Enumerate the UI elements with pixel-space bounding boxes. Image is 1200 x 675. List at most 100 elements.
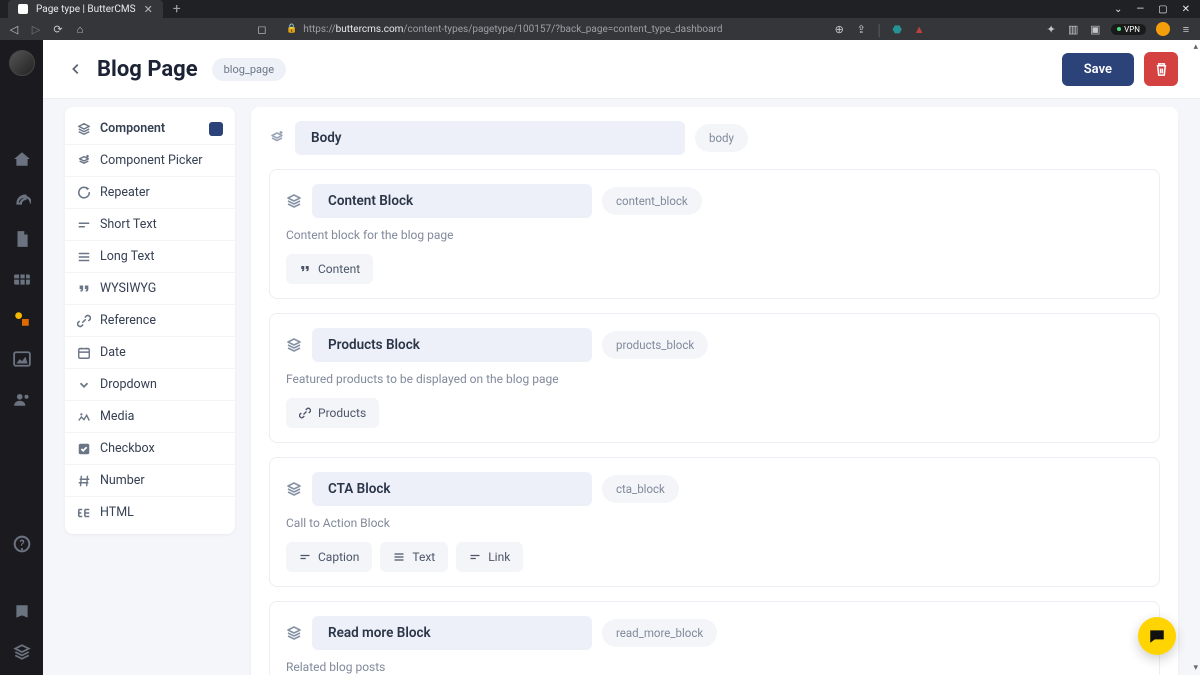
- palette-item-date[interactable]: Date: [65, 337, 235, 369]
- palette-item-checkbox[interactable]: Checkbox: [65, 433, 235, 465]
- nav-rail: [0, 40, 43, 675]
- slug-pill: blog_page: [212, 58, 286, 81]
- page-header: Blog Page blog_page Save: [43, 40, 1200, 99]
- new-tab-button[interactable]: +: [163, 1, 191, 17]
- extensions-icon[interactable]: ✦: [1045, 23, 1057, 35]
- rail-stack[interactable]: [13, 643, 31, 661]
- palette-item-dropdown[interactable]: Dropdown: [65, 369, 235, 401]
- close-tab-icon[interactable]: ✕: [144, 3, 153, 16]
- palette-item-component[interactable]: Component: [65, 113, 235, 145]
- palette-item-media[interactable]: Media: [65, 401, 235, 433]
- favicon: [18, 4, 28, 14]
- palette-item-wysiwyg[interactable]: WYSIWYG: [65, 273, 235, 305]
- vpn-badge[interactable]: VPN: [1111, 24, 1146, 35]
- section-api-key: body: [695, 124, 748, 152]
- palette-label: Component Picker: [100, 153, 203, 168]
- block-api-key: content_block: [602, 187, 702, 215]
- palette-label: Dropdown: [100, 377, 157, 392]
- rail-blog[interactable]: [13, 190, 31, 208]
- block-api-key: cta_block: [602, 475, 679, 503]
- builder-canvas: Body body Content Block content_block Co…: [235, 99, 1200, 675]
- rail-media[interactable]: [13, 350, 31, 368]
- block-title[interactable]: Read more Block: [312, 616, 592, 650]
- component-icon[interactable]: [286, 625, 302, 641]
- field-chip[interactable]: Caption: [286, 542, 372, 572]
- field-chip[interactable]: Products: [286, 398, 379, 428]
- component-picker-icon: [77, 154, 91, 168]
- palette-item-long-text[interactable]: Long Text: [65, 241, 235, 273]
- rail-pages[interactable]: [13, 230, 31, 248]
- share-icon[interactable]: ⇪: [855, 23, 867, 35]
- palette-label: Short Text: [100, 217, 157, 232]
- component-icon[interactable]: [286, 337, 302, 353]
- close-window-icon[interactable]: ✕: [1182, 4, 1190, 15]
- field-chip[interactable]: Link: [456, 542, 523, 572]
- chat-fab[interactable]: [1138, 617, 1176, 655]
- html-icon: [77, 506, 91, 520]
- shield-icon[interactable]: ⬣: [891, 23, 903, 35]
- rail-content-types[interactable]: [13, 310, 31, 328]
- panel-icon[interactable]: ▥: [1067, 23, 1079, 35]
- palette-item-repeater[interactable]: Repeater: [65, 177, 235, 209]
- palette-label: Reference: [100, 313, 156, 328]
- rail-users[interactable]: [13, 390, 31, 408]
- nav-back-icon[interactable]: ◁: [8, 23, 20, 35]
- rail-docs[interactable]: [13, 603, 31, 621]
- section-title[interactable]: Body: [295, 121, 685, 155]
- browser-tab[interactable]: Page type | ButterCMS ✕: [8, 0, 163, 18]
- menu-icon[interactable]: ≡: [1180, 23, 1192, 35]
- nav-forward-icon[interactable]: ▷: [30, 23, 42, 35]
- back-button[interactable]: [65, 58, 87, 80]
- body-section: Body body Content Block content_block Co…: [251, 107, 1178, 675]
- block-title[interactable]: Content Block: [312, 184, 592, 218]
- component-icon[interactable]: [286, 481, 302, 497]
- checkbox-icon: [77, 442, 91, 456]
- rail-collections[interactable]: [13, 270, 31, 288]
- palette-item-short-text[interactable]: Short Text: [65, 209, 235, 241]
- zoom-icon[interactable]: ⊕: [833, 23, 845, 35]
- palette-item-number[interactable]: Number: [65, 465, 235, 497]
- palette-label: HTML: [100, 505, 134, 520]
- block-title[interactable]: CTA Block: [312, 472, 592, 506]
- palette-item-html[interactable]: HTML: [65, 497, 235, 528]
- warn-icon[interactable]: ▲: [913, 23, 925, 35]
- minimize-icon[interactable]: ―: [1136, 4, 1144, 15]
- block-description: Featured products to be displayed on the…: [286, 372, 1143, 386]
- profile-avatar[interactable]: [1156, 22, 1170, 36]
- drag-handle-icon[interactable]: [269, 130, 285, 146]
- block-title[interactable]: Products Block: [312, 328, 592, 362]
- page-title: Blog Page: [97, 57, 198, 82]
- app-logo[interactable]: [9, 50, 35, 76]
- field-chip[interactable]: Text: [380, 542, 448, 572]
- save-button[interactable]: Save: [1062, 53, 1134, 86]
- block-api-key: read_more_block: [602, 619, 717, 647]
- address-bar[interactable]: 🔒 https://buttercms.com/content-types/pa…: [278, 24, 823, 35]
- capture-icon[interactable]: ▣: [1089, 23, 1101, 35]
- short-text-icon: [77, 218, 91, 232]
- chevron-down-icon[interactable]: ⌄: [1114, 4, 1122, 15]
- palette-label: Number: [100, 473, 145, 488]
- wysiwyg-icon: [77, 282, 91, 296]
- dropdown-icon: [77, 378, 91, 392]
- maximize-icon[interactable]: ▢: [1158, 4, 1167, 15]
- palette-item-reference[interactable]: Reference: [65, 305, 235, 337]
- palette-label: Media: [100, 409, 134, 424]
- lock-icon: 🔒: [286, 24, 297, 34]
- rail-home[interactable]: [13, 150, 31, 168]
- reload-icon[interactable]: ⟳: [52, 23, 64, 35]
- component-block: CTA Block cta_block Call to Action Block…: [269, 457, 1160, 587]
- palette-item-component-picker[interactable]: Component Picker: [65, 145, 235, 177]
- palette-badge: [209, 122, 223, 136]
- long-text-icon: [77, 250, 91, 264]
- field-chip[interactable]: Content: [286, 254, 373, 284]
- home-icon[interactable]: ⌂: [74, 23, 86, 35]
- bookmark-icon[interactable]: ◻: [256, 23, 268, 35]
- component-block: Content Block content_block Content bloc…: [269, 169, 1160, 299]
- repeater-icon: [77, 186, 91, 200]
- palette-label: Date: [100, 345, 126, 360]
- rail-help[interactable]: [13, 535, 31, 553]
- palette-label: Long Text: [100, 249, 154, 264]
- delete-button[interactable]: [1144, 52, 1178, 86]
- component-icon[interactable]: [286, 193, 302, 209]
- media-icon: [77, 410, 91, 424]
